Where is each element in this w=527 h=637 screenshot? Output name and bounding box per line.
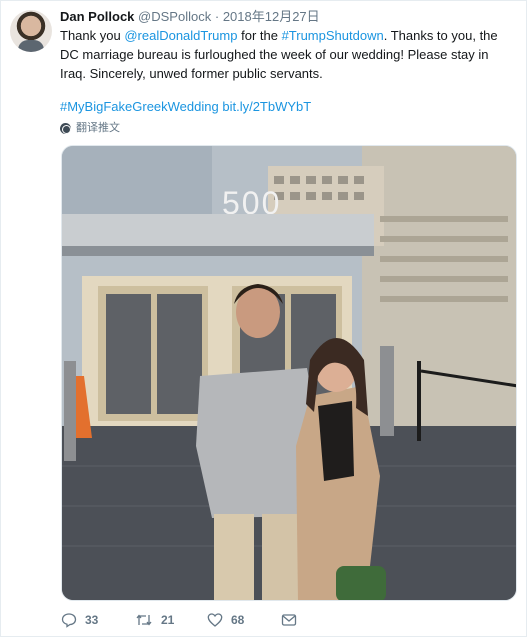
globe-icon [60,122,71,134]
translate-label: 翻译推文 [76,122,120,134]
tweet-text: Thank you @realDonaldTrump for the #Trum… [60,26,515,83]
tweet-card[interactable]: Dan Pollock @DSPollock · 2018年12月27日 Tha… [0,0,527,637]
tweet-date[interactable]: 2018年12月27日 [223,9,320,24]
like-button[interactable]: 68 [207,610,244,630]
hashtag-link[interactable]: #MyBigFakeGreekWedding [60,99,219,114]
hashtag-line: #MyBigFakeGreekWedding bit.ly/2TbWYbT [60,97,311,116]
direct-message-button[interactable] [281,610,297,630]
retweet-button[interactable]: 21 [135,610,174,630]
separator-dot: · [214,9,220,24]
retweet-icon [136,614,152,626]
mention-link[interactable]: @realDonaldTrump [124,28,237,43]
heart-icon [207,613,223,627]
reply-count: 33 [85,613,99,627]
tweet-header: Dan Pollock @DSPollock · 2018年12月27日 [60,9,320,25]
photo-illustration: 500 [62,146,516,600]
tweet-actions: 33 21 68 [61,610,517,630]
short-link[interactable]: bit.ly/2TbWYbT [222,99,311,114]
avatar-shirt [18,40,44,52]
reply-button[interactable]: 33 [61,610,98,630]
avatar[interactable] [10,10,52,52]
retweet-count: 21 [161,613,175,627]
tweet-photo[interactable]: 500 [61,145,517,601]
reply-icon [61,613,77,628]
like-count: 68 [231,613,245,627]
mail-icon [281,614,297,626]
text-part: Thank you [60,28,125,43]
translate-tweet[interactable]: 翻译推文 [60,120,120,136]
author-handle[interactable]: @DSPollock [138,9,211,24]
hashtag-link[interactable]: #TrumpShutdown [282,28,384,43]
author-name[interactable]: Dan Pollock [60,9,134,24]
text-part: for the [237,28,282,43]
